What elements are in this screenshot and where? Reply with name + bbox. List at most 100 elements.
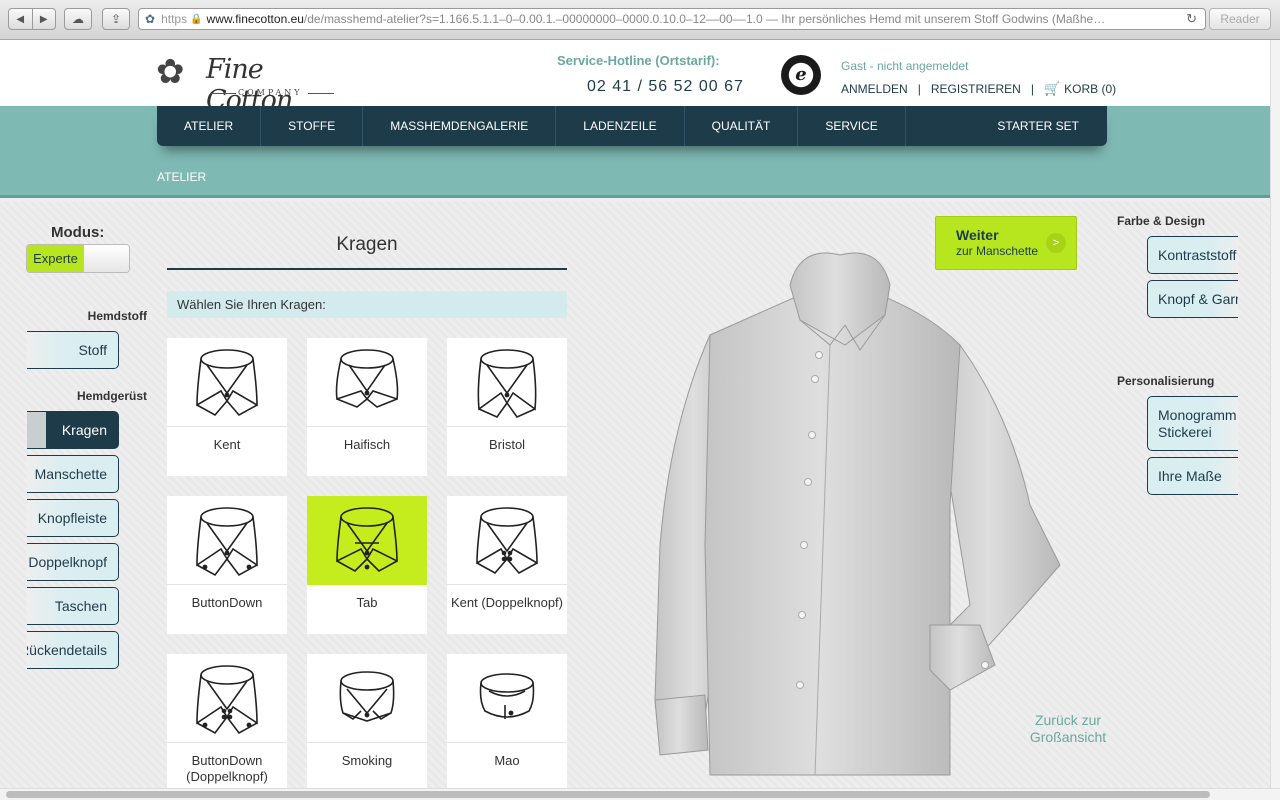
farbe-design-label: Farbe & Design [1117, 214, 1206, 228]
doppelknopf-button[interactable]: Doppelknopf [27, 543, 119, 581]
stoff-button[interactable]: Stoff [27, 331, 119, 369]
collar-label: Tab [356, 595, 378, 610]
trusted-shops-badge-icon[interactable]: e [781, 55, 821, 95]
user-links: ANMELDEN | REGISTRIEREN | 🛒 KORB (0) [841, 81, 1116, 97]
collar-card-buttondown-doppelknopf[interactable]: ButtonDown (Doppelknopf) [167, 654, 287, 792]
kragen-button[interactable]: Kragen [27, 411, 119, 449]
panel-divider [167, 268, 567, 270]
url-path: /de/masshemd-atelier?s=1.166.5.1.1–0–0.0… [303, 12, 1106, 26]
logo-divider [308, 93, 334, 94]
manschette-button[interactable]: Manschette [27, 455, 119, 493]
kent-collar-icon [196, 349, 258, 417]
collar-label: ButtonDown (Doppelknopf) [186, 753, 268, 784]
scrollbar-thumb[interactable] [6, 791, 1210, 798]
collar-label: Haifisch [343, 437, 391, 452]
modus-value: Experte [27, 245, 84, 272]
collar-label: ButtonDown [191, 595, 263, 610]
nav-starter-set[interactable]: STARTER SET [970, 106, 1107, 146]
collar-label: Bristol [488, 437, 526, 452]
collar-card-smoking[interactable]: Smoking [307, 654, 427, 792]
logo[interactable]: ✿ Fine Cotton COMPANY [156, 46, 346, 116]
modus-label: Modus: [51, 224, 105, 241]
history-nav: ◀ ▶ [8, 8, 56, 30]
register-link[interactable]: REGISTRIEREN [931, 82, 1021, 96]
collar-image [167, 654, 287, 743]
url-domain: www.finecotton.eu [206, 12, 304, 26]
separator: | [1030, 82, 1034, 96]
kontraststoff-button[interactable]: Kontraststoff [1147, 236, 1238, 274]
nav-qualitaet[interactable]: QUALITÄT [685, 106, 799, 146]
nav-stoffe[interactable]: STOFFE [261, 106, 364, 146]
back-icon[interactable]: ◀ [9, 9, 33, 29]
separator: | [917, 82, 921, 96]
buttondown-doppelknopf-collar-icon [196, 665, 258, 735]
collar-label: Kent [213, 437, 241, 452]
logo-subtext: COMPANY [238, 88, 303, 97]
haifisch-collar-icon [335, 349, 399, 408]
tab-collar-icon [336, 507, 398, 572]
collar-image [307, 338, 427, 427]
nav-masshemdengalerie[interactable]: MASSHEMDENGALERIE [363, 106, 557, 146]
collar-label: Mao [494, 753, 520, 768]
back-to-overview-link[interactable]: Zurück zur Großansicht [1020, 712, 1116, 746]
bristol-collar-icon [477, 349, 537, 418]
site-favicon-icon: ✿ [145, 12, 156, 26]
monogramm-button[interactable]: Monogramm Stickerei [1147, 396, 1238, 451]
collar-image [307, 496, 427, 585]
collar-card-kent[interactable]: Kent [167, 338, 287, 476]
arrow-right-icon: > [1046, 233, 1066, 253]
reload-icon[interactable]: ↻ [1186, 11, 1197, 27]
weiter-button[interactable]: Weiter zur Manschette > [935, 216, 1077, 270]
kent-doppelknopf-collar-icon [476, 507, 538, 575]
collar-card-mao[interactable]: Mao [447, 654, 567, 792]
collar-image [167, 496, 287, 585]
nav-atelier[interactable]: ATELIER [157, 106, 262, 146]
smoking-collar-icon [339, 671, 395, 722]
rueckendetails-button[interactable]: Rückendetails [27, 631, 119, 669]
nav-ladenzeile[interactable]: LADENZEILE [556, 106, 685, 146]
mao-collar-icon [479, 673, 535, 719]
panel-instruction: Wählen Sie Ihren Kragen: [167, 291, 567, 318]
reader-button[interactable]: Reader [1209, 8, 1271, 30]
knopf-garn-button[interactable]: Knopf & Garn [1147, 280, 1238, 318]
collar-card-kent-doppelknopf[interactable]: Kent (Doppelknopf) [447, 496, 567, 634]
buttondown-collar-icon [196, 507, 258, 577]
logo-divider [210, 93, 236, 94]
collar-image [447, 654, 567, 743]
collar-image [447, 496, 567, 585]
knopfleiste-button[interactable]: Knopfleiste [27, 499, 119, 537]
vertical-scrollbar[interactable] [1270, 40, 1280, 788]
url-protocol: https [161, 12, 188, 26]
share-icon[interactable]: ⇪ [102, 8, 130, 30]
trusted-shops-mark: e [795, 63, 807, 85]
breadcrumb[interactable]: ATELIER [157, 170, 206, 184]
hemdgeruest-label: Hemdgerüst [76, 389, 147, 403]
cart-icon[interactable]: 🛒 [1044, 81, 1060, 97]
collar-card-bristol[interactable]: Bristol [447, 338, 567, 476]
collar-image [307, 654, 427, 743]
collar-image [167, 338, 287, 427]
logo-flower-icon: ✿ [156, 52, 185, 92]
hemdstoff-label: Hemdstoff [87, 309, 147, 323]
collar-label: Kent (Doppelknopf) [450, 595, 563, 610]
toggle-knob [84, 245, 129, 272]
taschen-button[interactable]: Taschen [27, 587, 119, 625]
horizontal-scrollbar[interactable] [0, 788, 1280, 800]
collar-image [447, 338, 567, 427]
address-bar[interactable]: ✿ https 🔒 www.finecotton.eu /de/masshemd… [138, 8, 1206, 30]
forward-icon[interactable]: ▶ [33, 9, 56, 29]
panel-title: Kragen [336, 234, 398, 255]
cloud-icon[interactable]: ☁ [64, 8, 92, 30]
collar-card-buttondown[interactable]: ButtonDown [167, 496, 287, 634]
collar-card-haifisch[interactable]: Haifisch [307, 338, 427, 476]
login-link[interactable]: ANMELDEN [841, 82, 908, 96]
nav-service[interactable]: SERVICE [798, 106, 906, 146]
collar-label: Smoking [341, 753, 393, 768]
guest-status: Gast - nicht angemeldet [841, 59, 969, 73]
hotline-number: 02 41 / 56 52 00 67 [587, 78, 744, 95]
masse-button[interactable]: Ihre Maße [1147, 457, 1238, 495]
collar-card-tab[interactable]: Tab [307, 496, 427, 634]
modus-toggle[interactable]: Experte [26, 244, 130, 273]
cart-link[interactable]: KORB (0) [1064, 82, 1116, 96]
lock-icon: 🔒 [190, 13, 203, 25]
